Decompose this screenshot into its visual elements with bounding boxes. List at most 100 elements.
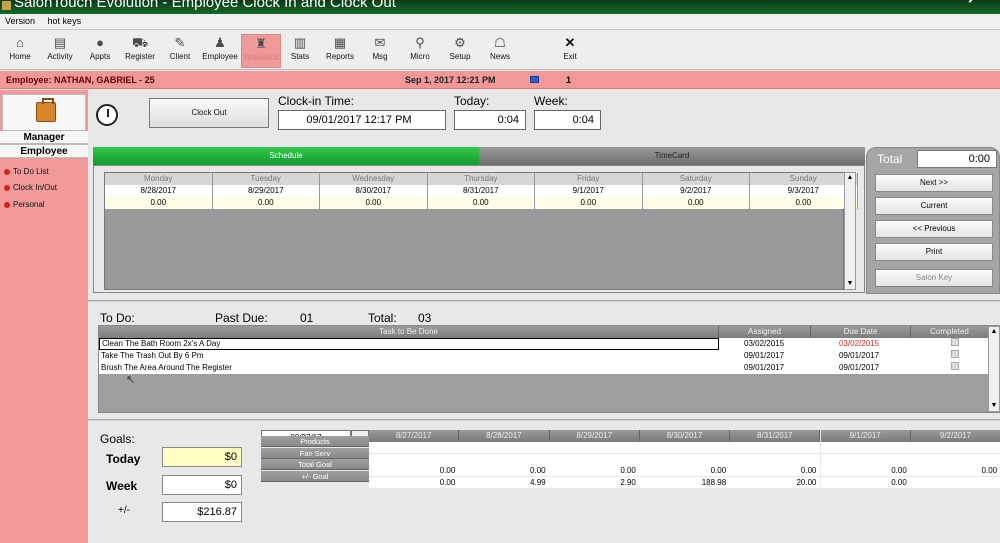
goals-value-cell <box>730 453 821 465</box>
scroll-down-icon[interactable]: ▼ <box>989 401 999 411</box>
schedule-hours-cell[interactable]: 0.00 <box>535 197 643 209</box>
completed-checkbox[interactable] <box>951 338 959 346</box>
menu-hot-keys[interactable]: hot keys <box>43 14 87 28</box>
clock-out-button[interactable]: Clock Out <box>149 98 269 128</box>
schedule-hours-cell[interactable]: 0.00 <box>427 197 535 209</box>
toolbar-timeclock-button[interactable]: ♜ Timeclock <box>241 34 281 68</box>
schedule-day-header: Wednesday <box>320 173 428 185</box>
schedule-hours-cell[interactable]: 0.00 <box>212 197 320 209</box>
completed-checkbox[interactable] <box>951 362 959 370</box>
sidebar-item-clock-in-out[interactable]: Clock In/Out <box>4 183 57 192</box>
schedule-date-cell[interactable]: 9/1/2017 <box>535 185 643 197</box>
goals-value-cell: 188.98 <box>639 476 731 488</box>
main-panel: Clock Out Clock-in Time: 09/01/2017 12:1… <box>88 90 1000 543</box>
toolbar-employee-button[interactable]: ♟ Employee <box>200 34 240 68</box>
scroll-up-icon[interactable]: ▲ <box>989 327 999 337</box>
schedule-date-cell[interactable]: 8/29/2017 <box>212 185 320 197</box>
todo-total-label: Total: <box>368 311 397 325</box>
completed-checkbox[interactable] <box>951 350 959 358</box>
task-text: Brush The Area Around The Register <box>101 363 232 372</box>
toolbar-reports-button[interactable]: ▦ Reports <box>320 34 360 68</box>
current-button[interactable]: Current <box>875 197 993 215</box>
micro-icon: ⚲ <box>415 35 425 50</box>
sidebar: Manager Employee To Do List Clock In/Out… <box>0 90 88 543</box>
column-header-completed: Completed <box>911 326 989 338</box>
schedule-hours-cell[interactable]: 0.00 <box>320 197 428 209</box>
current-datetime: Sep 1, 2017 12:21 PM <box>405 75 496 85</box>
schedule-hours-cell[interactable]: 0.00 <box>642 197 750 209</box>
schedule-date-cell[interactable]: 9/3/2017 <box>750 185 858 197</box>
scroll-up-icon[interactable]: ▲ <box>845 173 855 183</box>
schedule-day-header: Monday <box>105 173 213 185</box>
next-button[interactable]: Next >> <box>875 174 993 192</box>
goals-value-cell: 20.00 <box>730 476 821 488</box>
bullet-icon <box>4 184 10 191</box>
home-icon: ⌂ <box>16 35 24 50</box>
toolbar-home-button[interactable]: ⌂ Home <box>0 34 40 68</box>
task-text: Take The Trash Out By 6 Pm <box>101 351 204 360</box>
goals-value-cell <box>549 442 640 453</box>
schedule-date-cell[interactable]: 8/31/2017 <box>427 185 535 197</box>
salon-key-button[interactable]: Salon Key <box>875 269 993 287</box>
toolbar-activity-button[interactable]: ▤ Activity <box>40 34 80 68</box>
todo-scrollbar[interactable]: ▲ ▼ <box>988 326 1000 412</box>
goals-label: Goals: <box>100 432 135 446</box>
schedule-scrollbar[interactable]: ▲ ▼ <box>844 172 856 290</box>
toolbar-register-button[interactable]: ⛟ Register <box>120 34 160 68</box>
goals-value-cell: 0.00 <box>549 465 640 476</box>
column-header-task: Task to Be Done <box>99 326 719 338</box>
tab-schedule[interactable]: Schedule <box>93 147 479 165</box>
window-title-bar: SalonTouch Evolution - Employee Clock In… <box>0 0 1000 14</box>
toolbar-client-button[interactable]: ✎ Client <box>160 34 200 68</box>
toolbar-appts-button[interactable]: ● Appts <box>80 34 120 68</box>
schedule-timecard-tabs: Schedule TimeCard <box>93 147 865 165</box>
table-row[interactable]: Brush The Area Around The Register 09/01/… <box>99 362 989 374</box>
schedule-hours-cell[interactable]: 0.00 <box>105 197 213 209</box>
cart-icon: ⛟ <box>132 35 149 50</box>
schedule-date-cell[interactable]: 8/28/2017 <box>105 185 213 197</box>
tab-timecard[interactable]: TimeCard <box>479 147 865 165</box>
timecard-control-panel: Total 0:00 Next >> Current << Previous P… <box>866 147 1000 294</box>
print-button[interactable]: Print <box>875 243 993 261</box>
divider <box>88 419 1000 421</box>
menu-bar: Version hot keys <box>0 14 1000 30</box>
toolbar-micro-button[interactable]: ⚲ Micro <box>400 34 440 68</box>
reports-icon: ▦ <box>333 35 347 50</box>
schedule-date-cell[interactable]: 8/30/2017 <box>320 185 428 197</box>
toolbar-exit-button[interactable]: ✕ Exit <box>550 34 590 68</box>
goals-value-cell <box>730 442 821 453</box>
due-date: 03/02/2015 <box>839 339 880 348</box>
divider <box>88 300 1000 302</box>
goals-row-label: Fan Serv <box>261 447 369 459</box>
goals-value-cell <box>459 442 550 453</box>
goals-value-cell <box>820 442 911 453</box>
status-indicator-icon <box>530 76 539 83</box>
goals-value-cell <box>910 453 1000 465</box>
goals-plusminus-label: +/- <box>118 505 130 516</box>
total-value: 0:00 <box>917 150 997 168</box>
sidebar-section-manager[interactable]: Manager <box>0 130 88 144</box>
table-row[interactable]: Clean The Bath Room 2x's A Day 03/02/2015… <box>99 338 989 350</box>
assigned-date: 09/01/2017 <box>744 363 785 372</box>
toolbar-news-button[interactable]: ☖ News <box>480 34 520 68</box>
sidebar-item-todo-list[interactable]: To Do List <box>4 167 49 176</box>
goals-column-header: 9/2/2017 <box>910 430 1000 442</box>
menu-version[interactable]: Version <box>0 14 40 28</box>
clock-icon <box>96 104 118 126</box>
schedule-hours-cell[interactable]: 0.00 <box>750 197 858 209</box>
schedule-date-cell[interactable]: 9/2/2017 <box>642 185 750 197</box>
today-label: Today: <box>454 94 490 108</box>
goals-value-cell: 0.00 <box>730 465 821 476</box>
toolbar-msg-button[interactable]: ✉ Msg <box>360 34 400 68</box>
goals-row-label: Products <box>261 436 369 447</box>
toolbar-stats-button[interactable]: ▥ Stats <box>280 34 320 68</box>
toolbar-setup-button[interactable]: ⚙ Setup <box>440 34 480 68</box>
sidebar-section-employee[interactable]: Employee <box>0 144 88 158</box>
goals-value-cell: 0.00 <box>369 476 460 488</box>
scroll-down-icon[interactable]: ▼ <box>845 279 855 289</box>
goals-column-header: 8/31/2017 <box>730 430 821 442</box>
table-row[interactable]: Take The Trash Out By 6 Pm 09/01/2017 09/0… <box>99 350 989 362</box>
goals-value-cell <box>639 442 731 453</box>
sidebar-item-personal[interactable]: Personal <box>4 200 45 209</box>
previous-button[interactable]: << Previous <box>875 220 993 238</box>
